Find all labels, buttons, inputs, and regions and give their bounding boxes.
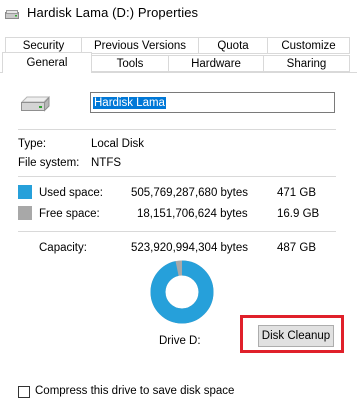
capacity-gb: 487 GB: [277, 242, 316, 254]
free-space-gb: 16.9 GB: [277, 208, 320, 220]
free-space-swatch: [18, 206, 32, 220]
used-space-label: Used space:: [39, 187, 103, 199]
divider: [18, 129, 336, 130]
tab-customize[interactable]: Customize: [267, 37, 350, 54]
tab-general[interactable]: General: [2, 52, 92, 73]
divider: [18, 231, 336, 232]
tab-tools[interactable]: Tools: [91, 55, 169, 72]
drive-name-input[interactable]: Hardisk Lama: [90, 92, 335, 113]
disk-cleanup-button[interactable]: Disk Cleanup: [258, 325, 334, 347]
disk-usage-donut: [150, 260, 214, 324]
file-system-value: NTFS: [91, 157, 122, 169]
title-bar: Hardisk Lama (D:) Properties: [0, 0, 357, 31]
tab-sharing[interactable]: Sharing: [263, 55, 350, 72]
free-space-bytes: 18,151,706,624 bytes: [137, 208, 248, 220]
tab-hardware[interactable]: Hardware: [168, 55, 264, 72]
type-value: Local Disk: [91, 138, 145, 150]
type-label: Type:: [18, 138, 47, 150]
divider: [18, 176, 336, 177]
drive-name-selected-text: Hardisk Lama: [93, 97, 166, 109]
compress-label[interactable]: Compress this drive to save disk space: [35, 384, 234, 398]
free-space-label: Free space:: [39, 208, 100, 220]
drive-icon: [5, 10, 19, 19]
used-space-bytes: 505,769,287,680 bytes: [131, 187, 249, 199]
file-system-label: File system:: [18, 157, 80, 169]
capacity-bytes: 523,920,994,304 bytes: [131, 242, 249, 254]
tab-quota[interactable]: Quota: [198, 37, 268, 54]
capacity-label: Capacity:: [39, 242, 87, 254]
donut-used-segment: [150, 260, 214, 324]
tab-strip: Security Previous Versions Quota Customi…: [0, 31, 357, 74]
hard-drive-icon: [20, 96, 50, 112]
compress-checkbox[interactable]: [18, 386, 30, 398]
tab-previous-versions[interactable]: Previous Versions: [81, 37, 199, 54]
window-title: Hardisk Lama (D:) Properties: [27, 5, 199, 20]
drive-letter-label: Drive D:: [159, 335, 201, 347]
used-space-gb: 471 GB: [277, 187, 316, 199]
used-space-swatch: [18, 185, 32, 199]
